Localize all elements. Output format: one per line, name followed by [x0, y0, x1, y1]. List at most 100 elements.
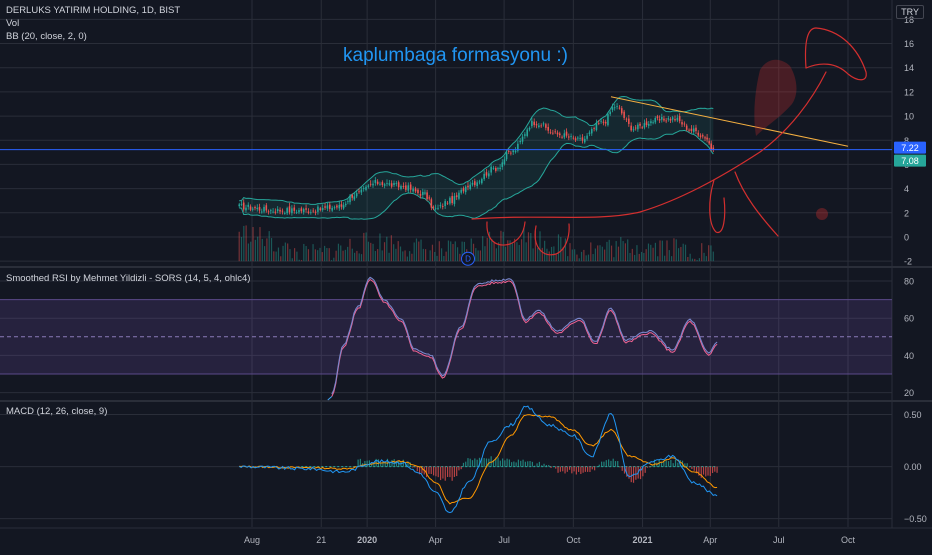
macd-histogram-bar — [536, 463, 538, 467]
volume-bar — [666, 240, 668, 262]
volume-bar — [622, 241, 624, 262]
candle-body — [263, 206, 265, 212]
candle-body — [242, 202, 245, 210]
macd-histogram-bar — [490, 456, 492, 467]
macd-histogram-bar — [548, 464, 550, 467]
volume-bar — [657, 256, 659, 262]
volume-bar — [243, 225, 245, 262]
candle-body — [439, 205, 442, 207]
candle-body — [338, 205, 341, 209]
volume-bar — [337, 243, 340, 262]
candle-body — [405, 185, 407, 190]
candle-body — [563, 133, 566, 138]
macd-histogram-bar — [630, 466, 632, 483]
candle-body — [688, 129, 690, 131]
macd-histogram-bar — [357, 459, 359, 467]
candle-body — [478, 181, 481, 183]
candle-body — [358, 191, 360, 193]
candle-body — [710, 143, 713, 150]
macd-histogram-bar — [684, 463, 686, 467]
candle-body — [600, 120, 602, 122]
candle-body — [281, 210, 284, 212]
candle-body — [505, 152, 508, 160]
candle-body — [331, 207, 333, 211]
volume-bar — [409, 251, 411, 262]
volume-bar — [484, 246, 486, 262]
candle-body — [344, 203, 347, 206]
volume-bar — [323, 245, 326, 262]
macd-histogram-bar — [458, 466, 460, 471]
currency-button[interactable]: TRY — [896, 5, 924, 19]
volume-bar — [395, 248, 397, 262]
volume-bar — [705, 256, 707, 262]
volume-bar — [447, 240, 450, 262]
volume-bar — [597, 245, 599, 262]
volume-bar — [330, 260, 333, 262]
volume-bar — [356, 250, 358, 262]
volume-bar — [347, 246, 349, 262]
candle-body — [590, 128, 593, 134]
candle-body — [678, 116, 681, 122]
candle-body — [254, 206, 256, 209]
volume-bar — [585, 255, 587, 262]
candle-body — [397, 182, 400, 188]
candle-body — [669, 118, 672, 121]
candle-body — [526, 129, 528, 136]
macd-histogram-bar — [456, 466, 458, 477]
candle-body — [577, 137, 579, 139]
macd-histogram-bar — [531, 461, 533, 467]
macd-line — [238, 405, 718, 514]
candle-body — [692, 128, 695, 132]
volume-bar — [613, 257, 615, 262]
candle-body — [300, 208, 303, 212]
candle-body — [639, 123, 641, 126]
volume-bar — [553, 246, 555, 262]
candle-body — [265, 205, 268, 211]
macd-histogram-bar — [476, 459, 478, 467]
volume-bar — [650, 244, 652, 262]
volume-bar — [349, 238, 351, 262]
price-tick-label: -2 — [904, 257, 912, 267]
macd-histogram-bar — [465, 461, 467, 467]
macd-histogram-bar — [614, 461, 617, 467]
macd-histogram-bar — [515, 462, 517, 467]
volume-bar — [287, 243, 289, 262]
volume-bar — [580, 251, 583, 262]
macd-histogram-bar — [564, 466, 566, 474]
volume-bar — [422, 248, 424, 262]
price-tick-label: −0.50 — [904, 514, 927, 524]
macd-histogram-bar — [437, 466, 439, 478]
price-tick-label: 20 — [904, 388, 914, 398]
price-tick-label: 40 — [904, 351, 914, 361]
macd-histogram-bar — [439, 466, 442, 481]
candle-body — [256, 207, 259, 210]
volume-bar — [590, 242, 592, 262]
volume-bar — [560, 237, 562, 262]
candle-body — [414, 188, 417, 192]
candle-body — [645, 121, 648, 126]
volume-bar — [557, 234, 560, 262]
macd-histogram-bar — [621, 466, 623, 471]
candle-body — [681, 122, 683, 125]
volume-bar — [277, 247, 280, 262]
volume-bar — [415, 238, 418, 262]
volume-bar — [712, 251, 714, 262]
volume-bar — [263, 246, 266, 262]
candle-body — [441, 205, 444, 207]
volume-bar — [539, 231, 541, 262]
volume-bar — [363, 232, 365, 262]
volume-bar — [479, 250, 481, 262]
volume-bar — [273, 251, 275, 262]
macd-histogram-bar — [596, 466, 598, 468]
candle-body — [434, 208, 437, 210]
candle-body — [647, 123, 650, 126]
candle-body — [312, 210, 314, 212]
macd-legend: MACD (12, 26, close, 9) — [6, 406, 108, 417]
macd-histogram-bar — [589, 466, 591, 473]
candle-body — [628, 118, 630, 124]
volume-bar — [710, 245, 712, 262]
volume-bar — [659, 240, 661, 262]
volume-bar — [689, 253, 691, 262]
candle-body — [613, 107, 616, 109]
chart-container[interactable]: -202468101214161820406080−0.500.000.50Au… — [0, 0, 932, 550]
